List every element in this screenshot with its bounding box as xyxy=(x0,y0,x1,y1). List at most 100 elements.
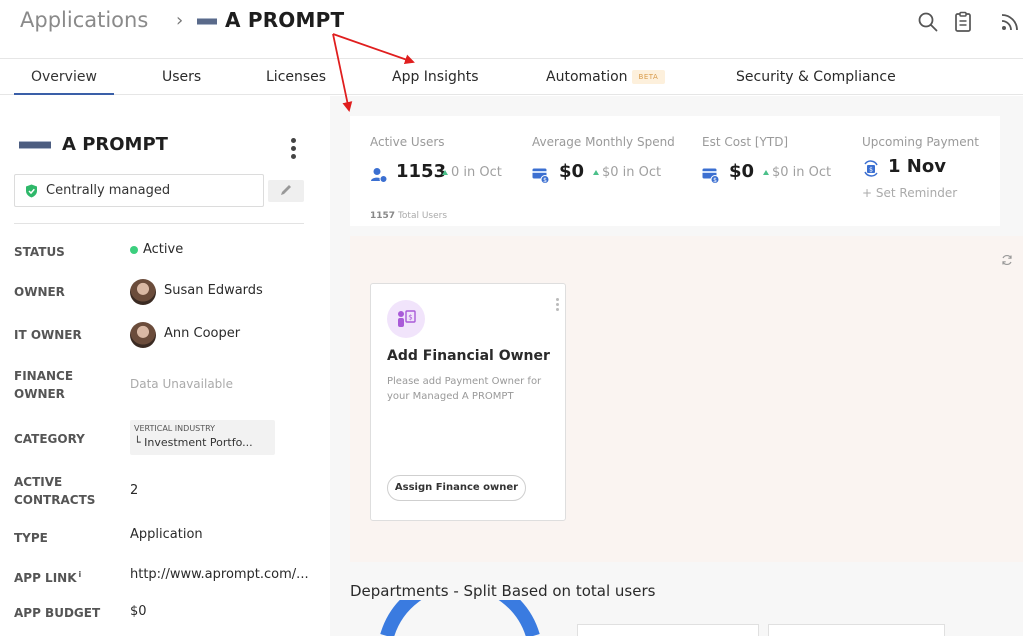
stat-value: 1153 xyxy=(396,161,447,182)
active-dot xyxy=(130,245,138,254)
stat-title: Active Users xyxy=(370,135,445,149)
refresh-icon[interactable] xyxy=(1001,254,1013,266)
stat-delta: $0 in Oct xyxy=(593,165,661,180)
it-owner-avatar xyxy=(130,322,156,348)
stat-upcoming-payment: Upcoming Payment $ 1 Nov + Set Reminder xyxy=(862,116,997,226)
owner-name[interactable]: Susan Edwards xyxy=(164,283,263,298)
owner-label: OWNER xyxy=(14,285,65,299)
category-parent: VERTICAL INDUSTRY xyxy=(134,424,216,433)
stat-value: 1 Nov xyxy=(888,156,946,177)
tab-automation[interactable]: Automation BETA xyxy=(546,69,666,85)
overview-content: Active Users 1153 0 in Oct 1157 Total Us… xyxy=(330,96,1023,636)
departments-legend-box xyxy=(577,624,759,636)
app-budget-label: APP BUDGET xyxy=(14,606,101,620)
insights-section: $ Add Financial Owner Please add Payment… xyxy=(350,236,1023,562)
status-value: Active xyxy=(143,242,184,257)
departments-donut-chart xyxy=(380,600,540,636)
edit-button[interactable] xyxy=(268,180,304,202)
search-icon[interactable] xyxy=(916,10,940,34)
app-details-panel: A PROMPT Centrally managed STATUS Active… xyxy=(0,96,330,636)
credit-card-icon: $ xyxy=(532,168,550,184)
card-description: Please add Payment Owner for your Manage… xyxy=(387,376,542,402)
stat-delta-text: $0 in Oct xyxy=(602,165,662,180)
stat-sub: 1157 Total Users xyxy=(370,211,447,221)
svg-text:$: $ xyxy=(713,177,717,184)
category-label: CATEGORY xyxy=(14,432,85,446)
tab-overview[interactable]: Overview xyxy=(31,69,97,85)
credit-card-icon: $ xyxy=(702,168,720,184)
it-owner-name[interactable]: Ann Cooper xyxy=(164,326,240,341)
stat-value: $0 xyxy=(729,161,755,182)
stat-title: Upcoming Payment xyxy=(862,135,979,149)
card-more-icon[interactable] xyxy=(556,298,560,313)
app-link[interactable]: http://www.aprompt.com/... xyxy=(130,567,309,582)
svg-text:$: $ xyxy=(543,177,547,184)
stat-delta: $0 in Oct xyxy=(763,165,831,180)
status-badge: Active xyxy=(130,242,183,257)
it-owner-label: IT OWNER xyxy=(14,328,82,342)
type-label: TYPE xyxy=(14,531,48,545)
card-title: Add Financial Owner xyxy=(387,348,550,364)
app-link-label-text: APP LINK xyxy=(14,571,77,585)
owner-avatar xyxy=(130,279,156,305)
assign-finance-owner-button[interactable]: Assign Finance owner xyxy=(387,475,526,501)
tab-licenses[interactable]: Licenses xyxy=(266,69,326,85)
beta-badge: BETA xyxy=(631,70,666,84)
category-chip: VERTICAL INDUSTRY └ Investment Portfo... xyxy=(130,420,275,455)
total-users-value: 1157 xyxy=(370,211,396,221)
stat-title: Est Cost [YTD] xyxy=(702,135,789,149)
stat-est-cost: Est Cost [YTD] $ $0 $0 in Oct xyxy=(702,116,857,226)
app-budget-value: $0 xyxy=(130,604,147,619)
finance-owner-label-line2: OWNER xyxy=(14,387,65,401)
page-title: A PROMPT xyxy=(225,8,345,32)
stat-delta-text: 0 in Oct xyxy=(451,165,502,180)
app-name: A PROMPT xyxy=(62,134,168,155)
set-reminder-link[interactable]: + Set Reminder xyxy=(862,186,957,200)
total-users-label: Total Users xyxy=(397,211,448,221)
departments-legend-box xyxy=(768,624,945,636)
breadcrumb-applications[interactable]: Applications xyxy=(20,8,148,32)
app-header: Applications › A PROMPT xyxy=(0,0,1023,58)
departments-title: Departments - Split Based on total users xyxy=(350,582,656,600)
tab-users[interactable]: Users xyxy=(162,69,201,85)
app-logo-icon xyxy=(19,141,51,149)
stat-average-monthly-spend: Average Monthly Spend $ $0 $0 in Oct xyxy=(532,116,697,226)
finance-owner-label-line1: FINANCE xyxy=(14,369,74,383)
active-contracts-label-line2: CONTRACTS xyxy=(14,493,96,507)
managed-status-text: Centrally managed xyxy=(46,183,171,198)
stat-delta: 0 in Oct xyxy=(442,165,502,180)
app-logo-icon xyxy=(197,18,217,25)
stat-value: $0 xyxy=(559,161,585,182)
tab-security-compliance[interactable]: Security & Compliance xyxy=(736,69,896,85)
info-icon[interactable]: i xyxy=(79,570,82,579)
stat-title: Average Monthly Spend xyxy=(532,135,675,149)
type-value: Application xyxy=(130,527,203,542)
tab-app-insights[interactable]: App Insights xyxy=(392,69,479,85)
more-options-icon[interactable] xyxy=(289,138,297,160)
stats-bar: Active Users 1153 0 in Oct 1157 Total Us… xyxy=(350,116,1000,226)
finance-owner-value: Data Unavailable xyxy=(130,377,234,391)
clipboard-icon[interactable] xyxy=(951,10,975,34)
tab-bar: Overview Users Licenses App Insights Aut… xyxy=(0,58,1023,95)
category-child: └ Investment Portfo... xyxy=(134,436,253,449)
shield-check-icon xyxy=(26,184,37,198)
pencil-icon xyxy=(281,185,291,195)
payment-due-icon: $ xyxy=(864,160,878,177)
app-link-label: APP LINK i xyxy=(14,566,81,587)
divider xyxy=(14,223,304,224)
svg-text:$: $ xyxy=(869,167,873,174)
stat-active-users: Active Users 1153 0 in Oct 1157 Total Us… xyxy=(370,116,530,226)
breadcrumb-separator: › xyxy=(176,10,184,31)
users-icon xyxy=(371,168,388,183)
stat-delta-text: $0 in Oct xyxy=(772,165,832,180)
managed-status-field: Centrally managed xyxy=(14,174,264,207)
active-contracts-label-line1: ACTIVE xyxy=(14,475,63,489)
status-label: STATUS xyxy=(14,245,65,259)
active-tab-indicator xyxy=(14,93,114,95)
svg-text:$: $ xyxy=(408,314,412,322)
tab-automation-label: Automation xyxy=(546,69,628,85)
active-contracts-value: 2 xyxy=(130,483,139,498)
rss-icon[interactable] xyxy=(998,10,1022,34)
finance-owner-icon: $ xyxy=(387,300,425,338)
add-financial-owner-card: $ Add Financial Owner Please add Payment… xyxy=(370,283,566,521)
